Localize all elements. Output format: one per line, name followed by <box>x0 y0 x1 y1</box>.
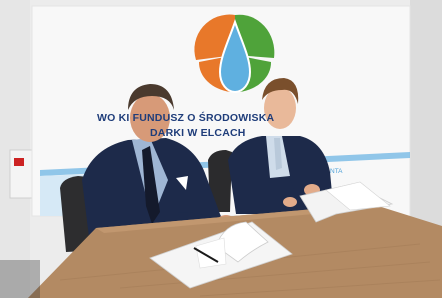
wall-switch <box>14 158 24 166</box>
banner-subtitle: NTA <box>330 168 343 175</box>
banner-title-line2: DARKI W ELCACH <box>150 127 246 139</box>
wall-box <box>9 149 35 199</box>
photo-scene <box>0 0 442 298</box>
left-wall <box>0 0 30 298</box>
photo: WO KI FUNDUSZ O ŚRODOWISKA DARKI W ELCAC… <box>0 0 442 298</box>
banner-title-line1: WO KI FUNDUSZ O ŚRODOWISKA <box>97 112 275 124</box>
